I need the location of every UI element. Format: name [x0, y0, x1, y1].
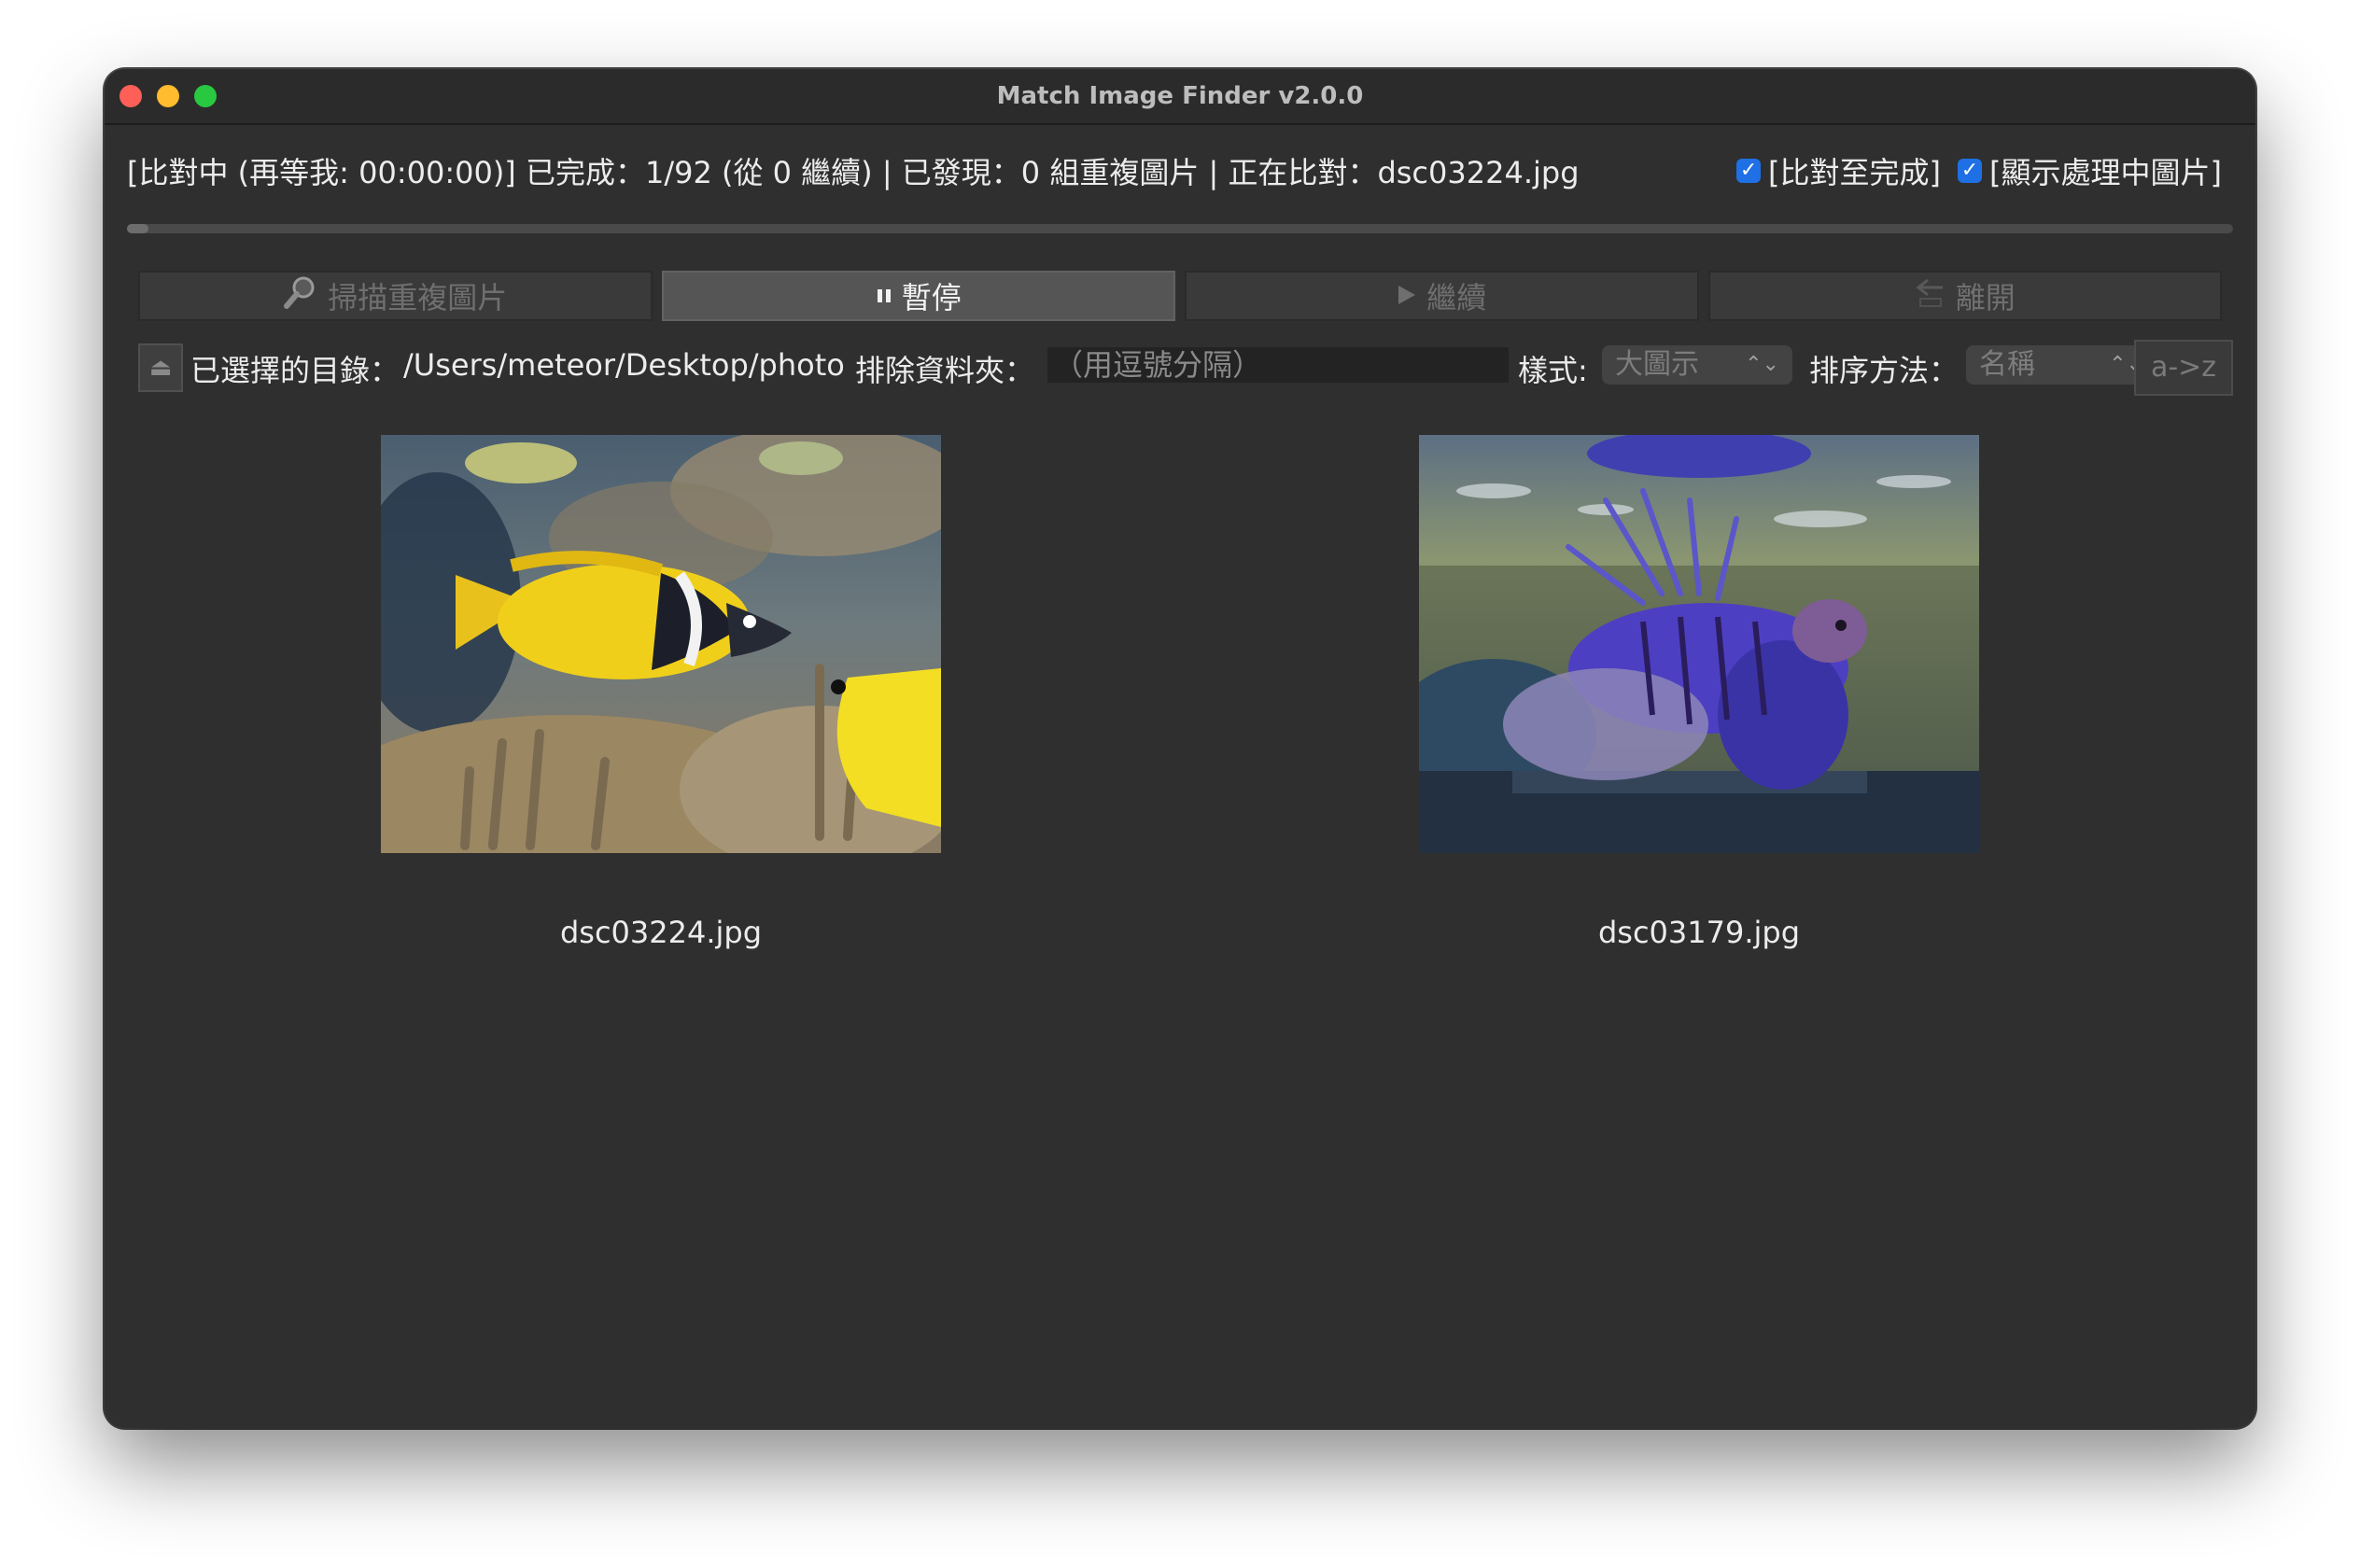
exit-icon: [1915, 276, 1946, 315]
style-label: 樣式:: [1518, 353, 1588, 388]
lionfish-photo: [1419, 435, 1979, 853]
toolbar: 掃描重複圖片 暫停 繼續 離開: [138, 271, 2222, 321]
quit-button[interactable]: 離開: [1707, 271, 2222, 321]
compare-to-finish-option[interactable]: ✓ [比對至完成]: [1736, 149, 1941, 192]
image-filename-right: dsc03179.jpg: [1597, 915, 1801, 950]
title-bar: Match Image Finder v2.0.0: [105, 69, 2255, 125]
sort-order-button[interactable]: a->z: [2134, 340, 2233, 396]
exclude-folders-label: 排除資料夾：: [855, 353, 1035, 388]
style-select[interactable]: 大圖示 ⌃⌄: [1602, 345, 1792, 385]
compare-to-finish-label: [比對至完成]: [1768, 155, 1942, 190]
pause-icon: [876, 278, 892, 314]
image-filename-left: dsc03224.jpg: [559, 915, 763, 950]
selected-directory-label: 已選擇的目錄：: [190, 353, 400, 388]
updown-chevron-icon: ⌃⌄: [1745, 353, 1779, 376]
exclude-folders-input[interactable]: （用逗號分隔）: [1047, 347, 1509, 383]
style-select-value: 大圖示: [1615, 348, 1699, 381]
image-thumbnail-left[interactable]: [381, 435, 941, 853]
sort-method-label: 排序方法：: [1809, 353, 1960, 388]
app-window: Match Image Finder v2.0.0 [比對中 (再等我: 00:…: [105, 69, 2255, 1428]
pause-label: 暫停: [901, 280, 962, 315]
sort-method-value: 名稱: [1979, 348, 2035, 381]
progress-bar: [127, 224, 2233, 233]
quit-label: 離開: [1955, 280, 2016, 315]
window-title: Match Image Finder v2.0.0: [996, 82, 1364, 110]
settings-row: ⏏ 已選擇的目錄： /Users/meteor/Desktop/photo 排除…: [138, 340, 2233, 396]
magnifier-icon: [283, 274, 318, 317]
status-text: [比對中 (再等我: 00:00:00)] 已完成：1/92 (從 0 繼續) …: [127, 155, 1580, 190]
choose-directory-button[interactable]: ⏏: [138, 343, 183, 392]
eject-icon: ⏏: [148, 354, 173, 382]
compare-to-finish-checkbox[interactable]: ✓: [1736, 159, 1762, 183]
image-thumbnail-right[interactable]: [1419, 435, 1979, 853]
selected-directory-path: /Users/meteor/Desktop/photo: [403, 347, 845, 383]
options-group: ✓ [比對至完成] ✓ [顯示處理中圖片]: [1736, 149, 2222, 192]
yellow-rabbitfish-photo: [381, 435, 941, 853]
progress-bar-fill: [127, 224, 148, 233]
sort-method-select[interactable]: 名稱 ⌃⌄: [1966, 345, 2156, 385]
show-processing-image-option[interactable]: ✓ [顯示處理中圖片]: [1958, 149, 2222, 192]
play-icon: [1397, 278, 1417, 314]
resume-label: 繼續: [1426, 280, 1487, 315]
scan-duplicates-button[interactable]: 掃描重複圖片: [138, 271, 653, 321]
show-processing-image-checkbox[interactable]: ✓: [1958, 159, 1983, 183]
scan-duplicates-label: 掃描重複圖片: [328, 280, 508, 315]
resume-button[interactable]: 繼續: [1185, 271, 1699, 321]
show-processing-image-label: [顯示處理中圖片]: [1989, 155, 2222, 190]
pause-button[interactable]: 暫停: [661, 271, 1175, 321]
